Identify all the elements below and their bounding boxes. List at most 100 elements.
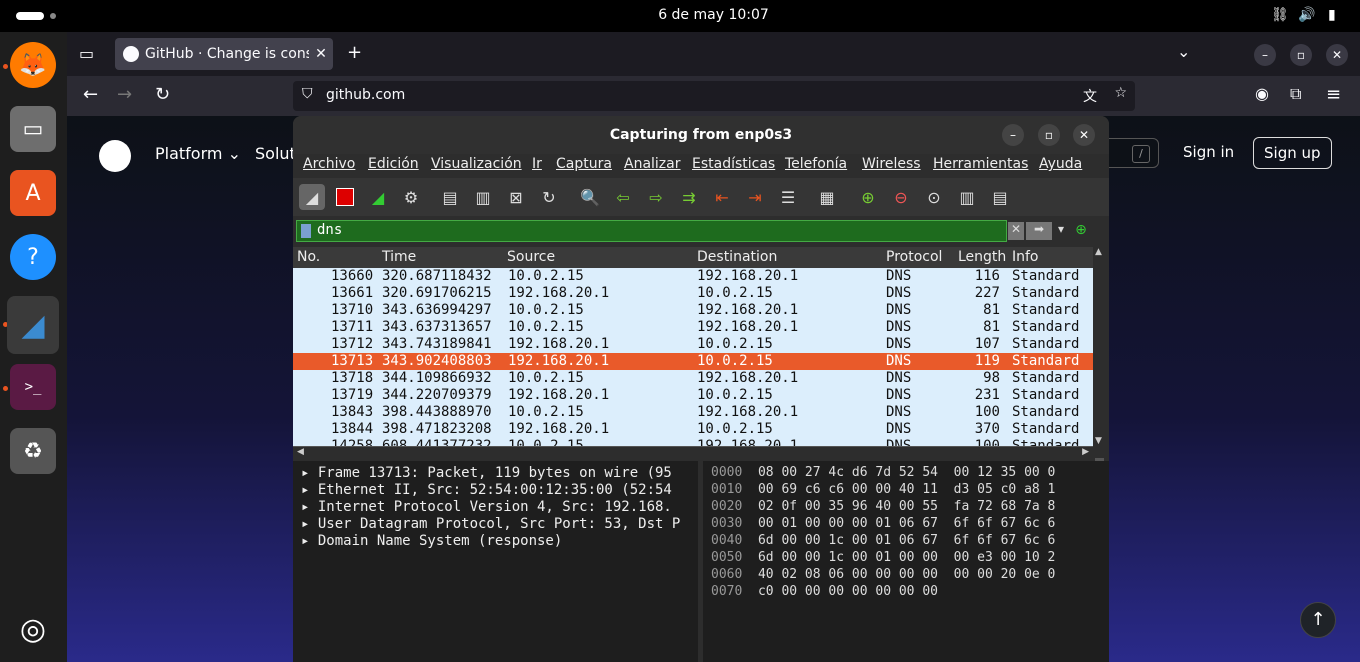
volume-icon[interactable]: 🔊 [1298, 7, 1315, 23]
menu-analizar[interactable]: Analizar [624, 156, 681, 172]
table-row[interactable]: 13719 344.220709379 192.168.20.1 10.0.2.15 D… [293, 387, 1093, 404]
menu-ayuda[interactable]: Ayuda [1039, 156, 1082, 172]
terminal-icon[interactable]: >_ [10, 364, 56, 410]
table-row[interactable]: 13844 398.471823208 192.168.20.1 10.0.2.15 D… [293, 421, 1093, 438]
menu-archivo[interactable]: Archivo [303, 156, 355, 172]
table-row[interactable]: 14258 608.441377232 10.0.2.15 192.168.20.1 D… [293, 438, 1093, 446]
hex-line[interactable]: 0020 02 0f 00 35 96 40 00 55 fa 72 68 7a… [711, 499, 1055, 514]
trash-icon[interactable]: ♻ [10, 428, 56, 474]
restart-capture-icon[interactable]: ◢ [365, 184, 391, 210]
detail-ethernet[interactable]: ▸ Ethernet II, Src: 52:54:00:12:35:00 (5… [301, 482, 672, 498]
bookmark-icon[interactable] [301, 224, 311, 238]
packet-list-hscrollbar[interactable]: ◀ ▶ [293, 446, 1093, 459]
menu-herramientas[interactable]: Herramientas [933, 156, 1028, 172]
forward-icon[interactable]: → [117, 84, 132, 105]
app-center-icon[interactable]: A [10, 170, 56, 216]
open-file-icon[interactable]: ▤ [437, 184, 463, 210]
menu-wireless[interactable]: Wireless [862, 156, 921, 172]
help-icon[interactable]: ? [10, 234, 56, 280]
battery-icon[interactable]: ▮ [1328, 7, 1336, 23]
hex-line[interactable]: 0060 40 02 08 06 00 00 00 00 00 00 20 0e… [711, 567, 1055, 582]
wireshark-icon[interactable]: ◢ [7, 296, 59, 354]
hex-line[interactable]: 0040 6d 00 00 1c 00 01 06 67 6f 6f 67 6c… [711, 533, 1055, 548]
table-row[interactable]: 13718 344.109866932 10.0.2.15 192.168.20.1 D… [293, 370, 1093, 387]
hex-line[interactable]: 0000 08 00 27 4c d6 7d 52 54 00 12 35 00… [711, 465, 1055, 480]
menu-visualizacion[interactable]: Visualización [431, 156, 522, 172]
zoom-out-icon[interactable]: ⊖ [888, 184, 914, 210]
menu-ir[interactable]: Ir [532, 156, 542, 172]
find-packet-icon[interactable]: 🔍 [577, 184, 603, 210]
reload-file-icon[interactable]: ↻ [536, 184, 562, 210]
resize-columns-icon[interactable]: ▥ [954, 184, 980, 210]
translate-icon[interactable]: 文 [1083, 86, 1097, 106]
minimize-icon[interactable]: – [1254, 44, 1276, 66]
capture-options-icon[interactable]: ⚙ [398, 184, 424, 210]
hex-line[interactable]: 0070 c0 00 00 00 00 00 00 00 [711, 584, 938, 599]
col-destination[interactable]: Destination [697, 249, 777, 265]
account-icon[interactable]: ◉ [1255, 84, 1269, 103]
table-row[interactable]: 13843 398.443888970 10.0.2.15 192.168.20.1 D… [293, 404, 1093, 421]
col-info[interactable]: Info [1012, 249, 1039, 265]
scroll-to-top-button[interactable]: ↑ [1300, 602, 1336, 638]
ws-minimize-icon[interactable]: – [1002, 124, 1024, 146]
filter-text[interactable]: dns [317, 222, 342, 238]
tab-list-chevron-icon[interactable]: ⌄ [1177, 42, 1190, 61]
start-capture-icon[interactable]: ◢ [299, 184, 325, 210]
detail-udp[interactable]: ▸ User Datagram Protocol, Src Port: 53, … [301, 516, 680, 532]
tab-github[interactable]: GitHub · Change is consta ✕ [115, 38, 333, 70]
detail-frame[interactable]: ▸ Frame 13713: Packet, 119 bytes on wire… [301, 465, 672, 481]
clock[interactable]: 6 de may 10:07 [0, 7, 1360, 23]
display-filter-input[interactable]: dns [296, 220, 1007, 242]
last-packet-icon[interactable]: ⇥ [742, 184, 768, 210]
detail-ipv4[interactable]: ▸ Internet Protocol Version 4, Src: 192.… [301, 499, 672, 515]
hex-line[interactable]: 0010 00 69 c6 c6 00 00 40 11 d3 05 c0 a8… [711, 482, 1055, 497]
hex-line[interactable]: 0030 00 01 00 00 00 01 06 67 6f 6f 67 6c… [711, 516, 1055, 531]
clear-filter-icon[interactable]: ✕ [1008, 222, 1024, 240]
col-protocol[interactable]: Protocol [886, 249, 942, 265]
table-row[interactable]: 13713 343.902408803 192.168.20.1 10.0.2.15 D… [293, 353, 1093, 370]
nav-platform[interactable]: Platform ⌄ [155, 144, 241, 163]
menu-edicion[interactable]: Edición [368, 156, 419, 172]
menu-estadisticas[interactable]: Estadísticas [692, 156, 775, 172]
nav-solutions[interactable]: Solut [255, 144, 296, 163]
column-prefs-icon[interactable]: ▤ [987, 184, 1013, 210]
table-row[interactable]: 13710 343.636994297 10.0.2.15 192.168.20.1 D… [293, 302, 1093, 319]
go-back-icon[interactable]: ⇦ [610, 184, 636, 210]
network-icon[interactable]: ⛓ [1271, 7, 1289, 23]
table-row[interactable]: 13712 343.743189841 192.168.20.1 10.0.2.15 D… [293, 336, 1093, 353]
packet-list-vscrollbar[interactable]: ▲ ▼ [1093, 247, 1106, 483]
autoscroll-icon[interactable]: ☰ [775, 184, 801, 210]
maximize-icon[interactable]: ▫ [1290, 44, 1312, 66]
table-row[interactable]: 13711 343.637313657 10.0.2.15 192.168.20.1 D… [293, 319, 1093, 336]
zoom-in-icon[interactable]: ⊕ [855, 184, 881, 210]
col-time[interactable]: Time [382, 249, 416, 265]
ws-close-icon[interactable]: ✕ [1073, 124, 1095, 146]
detail-dns[interactable]: ▸ Domain Name System (response) [301, 533, 562, 549]
col-source[interactable]: Source [507, 249, 555, 265]
close-window-icon[interactable]: ✕ [1326, 44, 1348, 66]
filter-dropdown-icon[interactable]: ▾ [1055, 222, 1067, 240]
go-to-packet-icon[interactable]: ⇉ [676, 184, 702, 210]
col-no[interactable]: No. [297, 249, 320, 265]
table-row[interactable]: 13661 320.691706215 192.168.20.1 10.0.2.15 D… [293, 285, 1093, 302]
firefox-icon[interactable]: 🦊 [10, 42, 56, 88]
stop-capture-icon[interactable] [332, 184, 358, 210]
shield-icon[interactable]: ⛉ [302, 86, 313, 102]
hex-line[interactable]: 0050 6d 00 00 1c 00 01 00 00 00 e3 00 10… [711, 550, 1055, 565]
back-icon[interactable]: ← [83, 84, 98, 105]
menu-icon[interactable]: ≡ [1326, 84, 1341, 105]
sign-in-link[interactable]: Sign in [1173, 137, 1244, 169]
colorize-icon[interactable]: ▦ [814, 184, 840, 210]
close-file-icon[interactable]: ⊠ [503, 184, 529, 210]
table-row[interactable]: 13660 320.687118432 10.0.2.15 192.168.20.1 D… [293, 268, 1093, 285]
extensions-icon[interactable]: ⧉ [1290, 84, 1301, 104]
col-length[interactable]: Length [958, 249, 1006, 265]
bookmark-star-icon[interactable]: ☆ [1114, 85, 1127, 101]
reload-icon[interactable]: ↻ [155, 84, 170, 105]
tab-overview-icon[interactable]: ▭ [79, 44, 94, 63]
go-forward-icon[interactable]: ⇨ [643, 184, 669, 210]
close-tab-icon[interactable]: ✕ [309, 46, 333, 62]
first-packet-icon[interactable]: ⇤ [709, 184, 735, 210]
new-tab-icon[interactable]: + [347, 42, 362, 63]
ws-maximize-icon[interactable]: ▫ [1038, 124, 1060, 146]
